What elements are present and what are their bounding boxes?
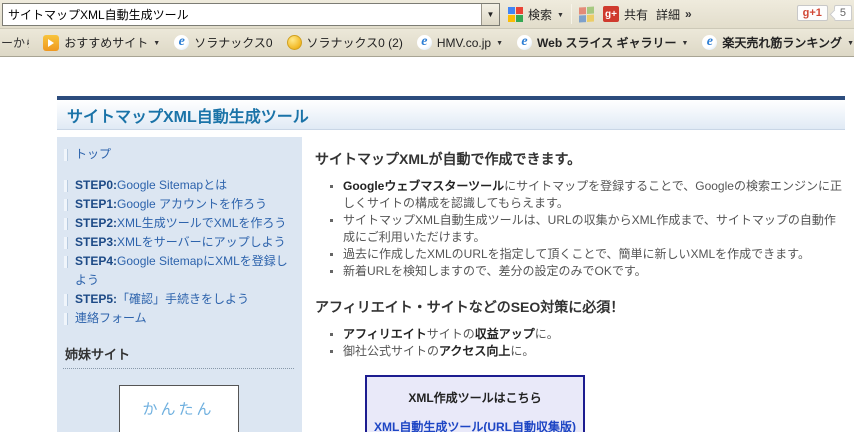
sidebar-item-step4[interactable]: STEP4:Google SitemapにXMLを登録しよう [63,252,294,290]
chevron-down-icon: ▼ [153,40,161,47]
cta-box-title: XML作成ツールはこちら [408,391,542,405]
favorites-item-label: 楽天売れ筋ランキング [722,36,843,50]
chevron-down-icon[interactable]: ▼ [557,10,564,19]
page-title: サイトマップXML自動生成ツール [67,108,309,126]
internet-explorer-icon: e [702,35,718,50]
favorites-item-label: HMV.co.jp [436,35,492,50]
toolbar-separator [570,4,572,24]
search-button-label: 検索 [528,7,553,22]
bullet-item: 御社公式サイトのアクセス向上に。 [330,343,845,360]
combo-dropdown-button[interactable]: ▼ [481,3,499,25]
sidebar-nav: トップ STEP0:Google Sitemapとは STEP1:Google … [57,137,302,432]
internet-explorer-icon: e [517,35,533,50]
bullet-item: サイトマップXML自動生成ツールは、URLの収集からXML作成まで、サイトマップ… [330,212,845,246]
section2-heading: アフィリエイト・サイトなどのSEO対策に必須！ [315,299,625,315]
search-button[interactable]: 検索 ▼ [508,6,564,23]
favorites-item-label: ソラナックス0 (2) [306,36,403,50]
chevron-down-icon: ▼ [486,9,495,19]
bullet-item: 過去に作成したXMLのURLを指定して頂くことで、簡単に新しいXMLを作成できま… [330,246,845,263]
google-icon [508,6,523,22]
suggested-sites-icon [43,34,60,51]
sister-site-banner[interactable]: かんたん 画像メーカー [118,385,239,432]
favorites-item-label: Web スライス ギャラリー [537,36,677,50]
bullet-item: Googleウェブマスターツールにサイトマップを登録することで、Googleの検… [330,178,845,212]
xml-tool-cta-box: XML作成ツールはこちら XML自動生成ツール(URL自動収集版) XML自動生… [365,375,585,432]
section1-bullet-list: Googleウェブマスターツールにサイトマップを登録することで、Googleの検… [330,178,845,280]
favorites-item-web-slice-gallery[interactable]: e Web スライス ギャラリー ▼ [517,34,688,51]
sidebar-item-step2[interactable]: STEP2:XML生成ツールでXMLを作ろう [63,214,294,233]
search-combobox[interactable]: ▼ [2,2,500,26]
section2-bullet-list: アフィリエイトサイトの収益アップに。 御社公式サイトのアクセス向上に。 [330,326,845,360]
webpage-content: サイトマップXML自動生成ツール トップ STEP0:Google Sitema… [57,96,845,432]
bullet-item: アフィリエイトサイトの収益アップに。 [330,326,845,343]
chevron-down-icon: ▼ [847,40,854,47]
site-favicon-icon [286,35,302,50]
sidebar-item-top[interactable]: トップ [63,145,294,164]
favorites-item-label: おすすめサイト [64,36,149,50]
favorites-item-solanax0[interactable]: e ソラナックス0 [174,34,273,51]
internet-explorer-icon: e [174,35,190,50]
favorites-item-hmv[interactable]: e HMV.co.jp ▼ [416,35,504,50]
google-plus-icon: g+ [602,6,619,22]
main-content: サイトマップXMLが自動で作成できます。 Googleウェブマスターツールにサイ… [302,137,845,432]
windows-flag-icon[interactable] [578,6,595,23]
plusone-widget: g+1 5 [796,5,852,21]
plusone-button[interactable]: g+1 [796,5,828,21]
page-header: サイトマップXML自動生成ツール [57,100,845,130]
search-input[interactable] [3,3,481,25]
chevron-right-icon: » [684,7,692,21]
sister-sites-heading: 姉妹サイト [63,344,294,369]
share-button-label: 共有 [623,7,648,22]
bullet-item: 新着URLを検知しますので、差分の設定のみでOKです。 [330,263,845,280]
sidebar-item-contact-form[interactable]: 連絡フォーム [63,309,294,328]
favorites-bar: ーから「お気に入り」「... おすすめサイト ▼ e ソラナックス0 ソラナック… [0,29,854,57]
sidebar-item-step0[interactable]: STEP0:Google Sitemapとは [63,176,294,195]
browser-search-toolbar: ▼ 検索 ▼ g+ 共有 詳細 » g+1 5 [0,0,854,29]
chevron-down-icon: ▼ [681,40,689,47]
favorites-item-label: ソラナックス0 [194,36,273,50]
internet-explorer-icon: e [416,35,432,50]
favorites-overflow-text: ーから「お気に入り」「... [1,36,29,50]
xml-tool-link-auto-collect[interactable]: XML自動生成ツール(URL自動収集版) [367,419,583,432]
favorites-item-rakuten-ranking[interactable]: e 楽天売れ筋ランキング ▼ [702,34,854,51]
banner-text-line1: かんたん [142,401,215,418]
details-button[interactable]: 詳細 » [656,6,692,23]
section1-heading: サイトマップXMLが自動で作成できます。 [315,151,582,167]
chevron-down-icon: ▼ [496,40,504,47]
details-button-label: 詳細 [655,7,680,22]
plusone-count-badge: 5 [833,5,852,21]
sidebar-item-step3[interactable]: STEP3:XMLをサーバーにアップしよう [63,233,294,252]
share-button[interactable]: g+ 共有 [602,6,648,23]
sidebar-item-step1[interactable]: STEP1:Google アカウントを作ろう [63,195,294,214]
favorites-item-suggested-sites[interactable]: おすすめサイト ▼ [43,34,160,51]
favorites-item-solanax0-2[interactable]: ソラナックス0 (2) [286,34,403,51]
sidebar-item-step5[interactable]: STEP5:「確認」手続きをしよう [63,290,294,309]
